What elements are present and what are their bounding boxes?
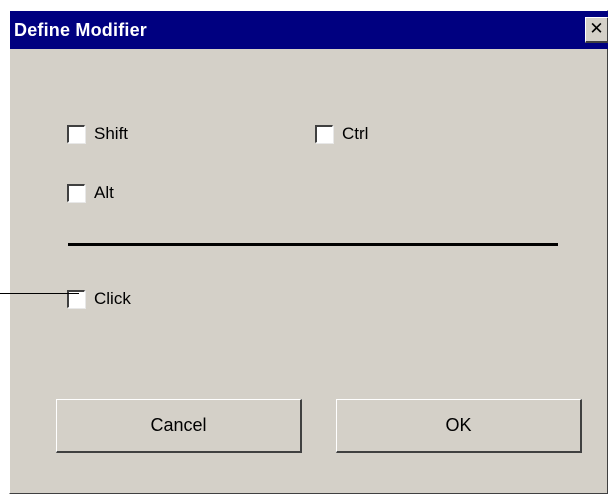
- ctrl-checkbox-label: Ctrl: [342, 124, 369, 143]
- shift-checkbox-box[interactable]: [67, 125, 85, 143]
- alt-checkbox-box[interactable]: [67, 184, 85, 202]
- define-modifier-dialog: Define Modifier ✕ Shift Ctrl Alt Click C…: [9, 10, 608, 494]
- shift-checkbox[interactable]: Shift: [67, 123, 128, 145]
- alt-checkbox[interactable]: Alt: [67, 182, 114, 204]
- separator-line: [68, 243, 558, 246]
- alt-checkbox-label: Alt: [94, 183, 114, 202]
- ctrl-checkbox-box[interactable]: [315, 125, 333, 143]
- click-checkbox-label: Click: [94, 289, 131, 308]
- title-bar[interactable]: Define Modifier ✕: [10, 11, 608, 49]
- click-checkbox[interactable]: Click: [67, 288, 131, 310]
- close-icon[interactable]: ✕: [585, 17, 608, 43]
- callout-line: [0, 293, 79, 294]
- ctrl-checkbox[interactable]: Ctrl: [315, 123, 368, 145]
- dialog-title: Define Modifier: [14, 20, 148, 40]
- ok-button[interactable]: OK: [336, 399, 582, 453]
- shift-checkbox-label: Shift: [94, 124, 129, 143]
- cancel-button[interactable]: Cancel: [56, 399, 302, 453]
